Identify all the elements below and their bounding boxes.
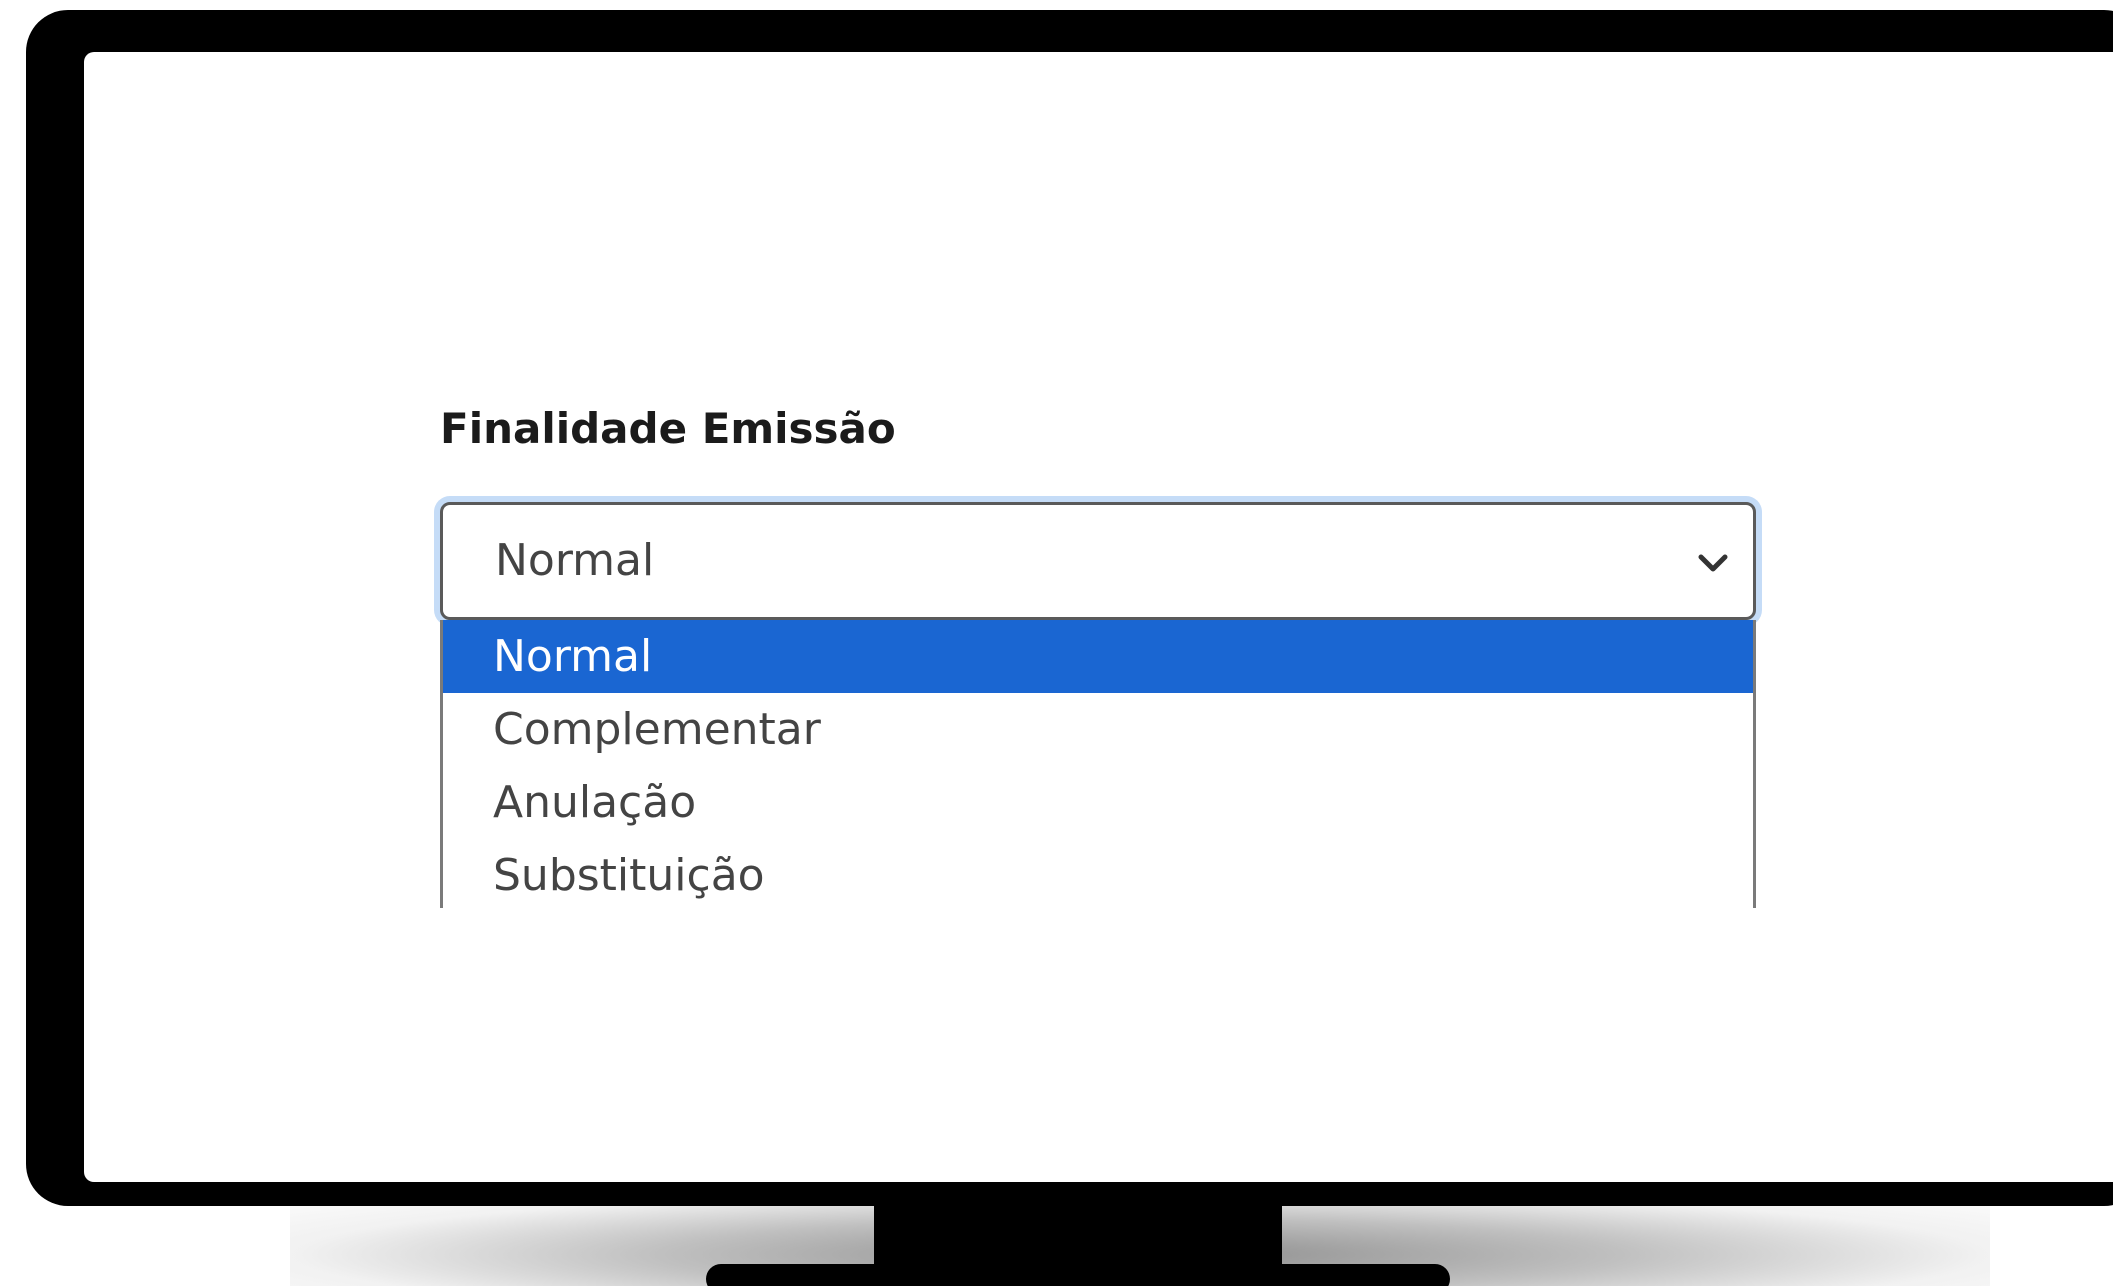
select-option-normal[interactable]: Normal [443, 620, 1753, 693]
monitor-stand-neck [874, 1200, 1282, 1270]
finalidade-emissao-label: Finalidade Emissão [440, 404, 896, 453]
select-current-value: Normal [495, 535, 655, 586]
monitor-frame: Finalidade Emissão Normal Normal Complem… [26, 10, 2113, 1206]
monitor-stand-base [706, 1264, 1450, 1286]
select-option-anulacao[interactable]: Anulação [443, 766, 1753, 839]
chevron-down-icon[interactable] [1693, 543, 1733, 583]
select-option-complementar[interactable]: Complementar [443, 693, 1753, 766]
select-option-substituicao[interactable]: Substituição [443, 839, 1753, 908]
canvas: Finalidade Emissão Normal Normal Complem… [0, 0, 2113, 1286]
monitor-screen: Finalidade Emissão Normal Normal Complem… [84, 52, 2113, 1182]
finalidade-emissao-select[interactable]: Normal [440, 502, 1756, 620]
select-options-list: Normal Complementar Anulação Substituiçã… [440, 620, 1756, 908]
